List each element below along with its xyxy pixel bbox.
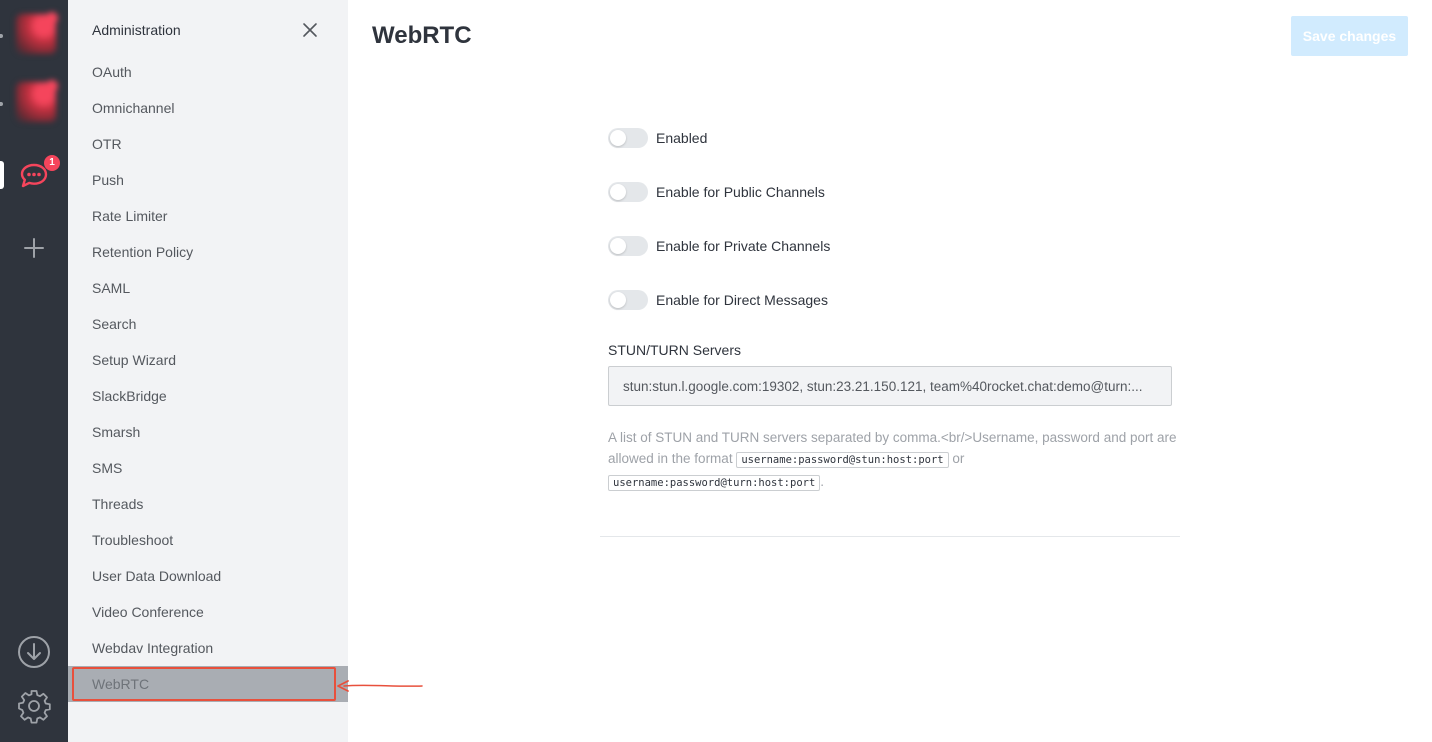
- sidebar-item-setup-wizard[interactable]: Setup Wizard: [68, 342, 348, 378]
- server-marker: [0, 34, 3, 38]
- section-divider: [600, 536, 1180, 537]
- setting-label: Enable for Public Channels: [656, 184, 825, 200]
- server-marker: [0, 102, 3, 106]
- sidebar-item-webdav-integration[interactable]: Webdav Integration: [68, 630, 348, 666]
- sidebar-item-label: Video Conference: [92, 604, 204, 620]
- setting-label: Enable for Direct Messages: [656, 292, 828, 308]
- sidebar-item-label: Threads: [92, 496, 144, 512]
- toggle-enabled[interactable]: [608, 128, 648, 148]
- save-changes-button[interactable]: Save changes: [1291, 16, 1408, 56]
- stun-turn-servers-label: STUN/TURN Servers: [608, 342, 742, 358]
- annotation-highlight-box: [72, 667, 336, 701]
- sidebar-item-saml[interactable]: SAML: [68, 270, 348, 306]
- setting-label: Enabled: [656, 130, 708, 146]
- sidebar-item-label: SlackBridge: [92, 388, 167, 404]
- toggle-knob: [610, 184, 626, 200]
- setting-enabled: Enabled: [608, 128, 707, 148]
- active-server-marker: [0, 161, 4, 189]
- format-code-stun: username:password@stun:host:port: [736, 452, 949, 468]
- sidebar-item-label: Smarsh: [92, 424, 141, 440]
- sidebar-item-user-data-download[interactable]: User Data Download: [68, 558, 348, 594]
- close-icon[interactable]: [300, 20, 320, 40]
- sidebar-item-search[interactable]: Search: [68, 306, 348, 342]
- sidebar-item-label: Rate Limiter: [92, 208, 168, 224]
- page-title: WebRTC: [372, 22, 472, 49]
- hint-text: .: [820, 474, 825, 489]
- sidebar-item-webrtc[interactable]: WebRTC: [68, 666, 348, 702]
- toggle-public-channels[interactable]: [608, 182, 648, 202]
- toggle-private-channels[interactable]: [608, 236, 648, 256]
- sidebar-item-label: Search: [92, 316, 137, 332]
- sidebar-item-smarsh[interactable]: Smarsh: [68, 414, 348, 450]
- sidebar-item-label: Omnichannel: [92, 100, 175, 116]
- server-status-dot: [46, 80, 58, 92]
- setting-private-channels: Enable for Private Channels: [608, 236, 830, 256]
- add-server-icon[interactable]: [16, 230, 52, 266]
- server-avatar-1[interactable]: [16, 12, 58, 54]
- admin-sidebar: Administration OAuth Omnichannel OTR Pus…: [68, 0, 348, 742]
- sidebar-item-troubleshoot[interactable]: Troubleshoot: [68, 522, 348, 558]
- sidebar-item-label: OTR: [92, 136, 122, 152]
- setting-label: Enable for Private Channels: [656, 238, 831, 254]
- sidebar-item-omnichannel[interactable]: Omnichannel: [68, 90, 348, 126]
- sidebar-item-label: OAuth: [92, 64, 132, 80]
- sidebar-item-rate-limiter[interactable]: Rate Limiter: [68, 198, 348, 234]
- sidebar-item-oauth[interactable]: OAuth: [68, 54, 348, 90]
- annotation-arrow-icon: [337, 680, 423, 692]
- format-code-turn: username:password@turn:host:port: [608, 475, 821, 491]
- sidebar-item-video-conference[interactable]: Video Conference: [68, 594, 348, 630]
- toggle-knob: [610, 238, 626, 254]
- stun-turn-servers-hint: A list of STUN and TURN servers separate…: [608, 427, 1180, 494]
- sidebar-item-label: Troubleshoot: [92, 532, 174, 548]
- sidebar-item-label: Webdav Integration: [92, 640, 214, 656]
- sidebar-item-retention-policy[interactable]: Retention Policy: [68, 234, 348, 270]
- download-icon[interactable]: [16, 634, 52, 670]
- sidebar-item-push[interactable]: Push: [68, 162, 348, 198]
- sidebar-item-label: User Data Download: [92, 568, 222, 584]
- stun-turn-servers-input[interactable]: [608, 366, 1172, 406]
- toggle-direct-messages[interactable]: [608, 290, 648, 310]
- setting-public-channels: Enable for Public Channels: [608, 182, 825, 202]
- settings-icon[interactable]: [16, 688, 52, 724]
- sidebar-item-sms[interactable]: SMS: [68, 450, 348, 486]
- notification-badge: 1: [44, 155, 60, 171]
- hint-text: or: [948, 451, 965, 466]
- server-avatar-2[interactable]: [16, 80, 58, 122]
- sidebar-item-label: Push: [92, 172, 124, 188]
- toggle-knob: [610, 130, 626, 146]
- sidebar-item-label: Setup Wizard: [92, 352, 177, 368]
- sidebar-item-label: SMS: [92, 460, 123, 476]
- sidebar-item-threads[interactable]: Threads: [68, 486, 348, 522]
- setting-direct-messages: Enable for Direct Messages: [608, 290, 828, 310]
- sidebar-item-label: Retention Policy: [92, 244, 194, 260]
- sidebar-item-otr[interactable]: OTR: [68, 126, 348, 162]
- sidebar-title: Administration: [92, 22, 181, 38]
- server-rail: 1: [0, 0, 68, 742]
- toggle-knob: [610, 292, 626, 308]
- sidebar-item-slackbridge[interactable]: SlackBridge: [68, 378, 348, 414]
- server-status-dot: [46, 12, 58, 24]
- sidebar-item-label: SAML: [92, 280, 131, 296]
